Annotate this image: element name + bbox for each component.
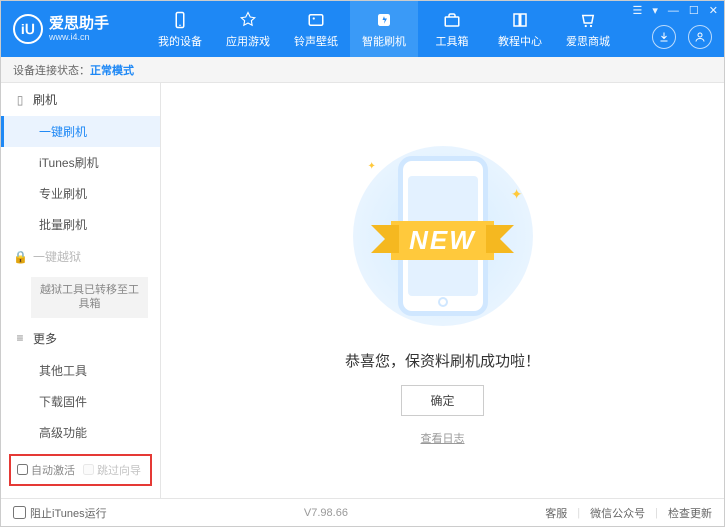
skin-icon[interactable]: ▾ [652,4,658,17]
status-bar: 设备连接状态： 正常模式 [1,57,724,83]
download-button[interactable] [652,25,676,49]
version-label: V7.98.66 [304,507,348,519]
view-log-link[interactable]: 查看日志 [421,430,465,446]
user-button[interactable] [688,25,712,49]
close-icon[interactable]: ✕ [709,4,718,17]
phone-small-icon: ▯ [13,93,27,107]
sidebar-item-batch-flash[interactable]: 批量刷机 [1,209,160,240]
sidebar-item-advanced[interactable]: 高级功能 [1,417,160,448]
sparkle-icon: ✦ [368,161,376,172]
image-icon [306,10,326,30]
jailbreak-note: 越狱工具已转移至工具箱 [31,277,148,318]
highlighted-checkbox-area: 自动激活 跳过向导 [9,454,152,486]
sidebar-item-onekey-flash[interactable]: 一键刷机 [1,116,160,147]
sidebar-item-other-tools[interactable]: 其他工具 [1,355,160,386]
lock-icon: 🔒 [13,250,27,264]
sidebar-item-itunes-flash[interactable]: iTunes刷机 [1,147,160,178]
tab-toolbox[interactable]: 工具箱 [418,1,486,57]
success-illustration: ✦ ✦ NEW [333,136,553,336]
app-icon [238,10,258,30]
sidebar-section-jailbreak[interactable]: 🔒 一键越狱 [1,240,160,273]
book-icon [510,10,530,30]
toolbox-icon [442,10,462,30]
app-header: iᑌ 爱思助手 www.i4.cn 我的设备 应用游戏 铃声壁纸 智能刷机 工具… [1,1,724,57]
success-message: 恭喜您，保资料刷机成功啦！ [345,350,540,371]
sidebar-section-more[interactable]: ≡ 更多 [1,322,160,355]
phone-icon [170,10,190,30]
flash-icon [374,10,394,30]
sidebar: ▯ 刷机 一键刷机 iTunes刷机 专业刷机 批量刷机 🔒 一键越狱 越狱工具… [1,83,161,498]
tab-store[interactable]: 爱思商城 [554,1,622,57]
sidebar-item-pro-flash[interactable]: 专业刷机 [1,178,160,209]
footer: 阻止iTunes运行 V7.98.66 客服 | 微信公众号 | 检查更新 [1,498,724,526]
sidebar-item-download-firmware[interactable]: 下载固件 [1,386,160,417]
tab-tutorials[interactable]: 教程中心 [486,1,554,57]
device-info[interactable]: ▯ iPhone 15 Pro Max 512GB iPhone [1,492,160,498]
status-value: 正常模式 [90,62,134,78]
tab-apps-games[interactable]: 应用游戏 [214,1,282,57]
tab-ringtone-wallpaper[interactable]: 铃声壁纸 [282,1,350,57]
nav-tabs: 我的设备 应用游戏 铃声壁纸 智能刷机 工具箱 教程中心 爱思商城 [146,1,622,57]
tab-smart-flash[interactable]: 智能刷机 [350,1,418,57]
window-controls: ☰ ▾ — ☐ ✕ [633,4,719,17]
footer-link-update[interactable]: 检查更新 [668,505,712,521]
checkbox-skip-guide[interactable]: 跳过向导 [83,462,141,478]
menu-icon[interactable]: ☰ [633,4,643,17]
tab-my-device[interactable]: 我的设备 [146,1,214,57]
logo-area: iᑌ 爱思助手 www.i4.cn [1,14,146,44]
block-itunes-checkbox[interactable]: 阻止iTunes运行 [13,505,107,521]
list-icon: ≡ [13,331,27,345]
new-ribbon: NEW [333,221,553,260]
sidebar-section-flash[interactable]: ▯ 刷机 [1,83,160,116]
logo-icon: iᑌ [13,14,43,44]
maximize-icon[interactable]: ☐ [689,4,699,17]
cart-icon [578,10,598,30]
checkbox-auto-activate[interactable]: 自动激活 [17,462,75,478]
app-url: www.i4.cn [49,32,109,42]
status-label: 设备连接状态： [13,62,90,78]
confirm-button[interactable]: 确定 [401,385,483,416]
footer-link-wechat[interactable]: 微信公众号 [590,505,645,521]
sparkle-icon: ✦ [511,186,523,203]
main-content: ✦ ✦ NEW 恭喜您，保资料刷机成功啦！ 确定 查看日志 [161,83,724,498]
footer-link-support[interactable]: 客服 [545,505,567,521]
app-name: 爱思助手 [49,16,109,33]
minimize-icon[interactable]: — [668,5,679,17]
